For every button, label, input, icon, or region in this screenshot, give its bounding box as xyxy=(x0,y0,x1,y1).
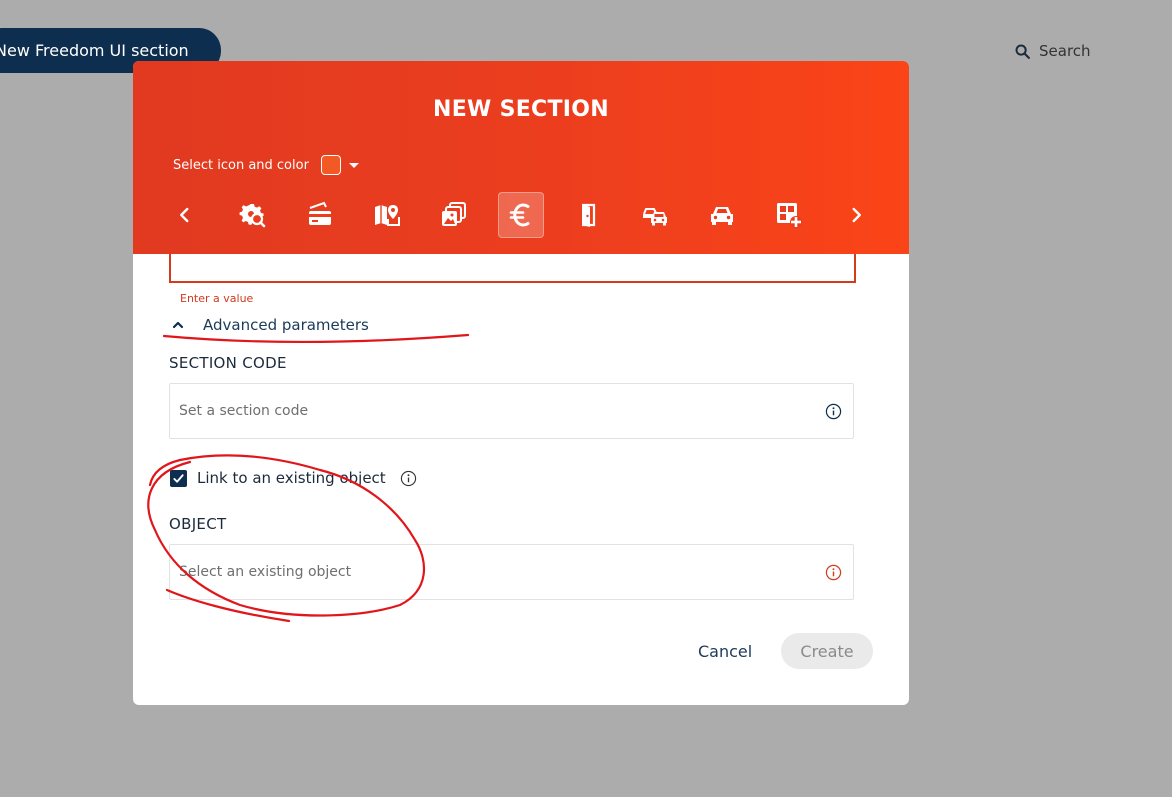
link-existing-object-option[interactable]: Link to an existing object xyxy=(170,467,417,489)
chevron-left-icon xyxy=(180,207,189,223)
euro-icon xyxy=(509,203,530,227)
previous-icons-button[interactable] xyxy=(162,192,208,238)
chevron-down-icon[interactable] xyxy=(348,162,359,168)
info-icon[interactable] xyxy=(400,470,417,487)
door-icon xyxy=(582,203,596,227)
icon-option-cars[interactable] xyxy=(632,192,678,238)
icon-strip xyxy=(168,192,878,238)
search-icon xyxy=(1015,43,1030,59)
section-name-field[interactable] xyxy=(169,254,856,283)
dialog-title: NEW SECTION xyxy=(433,97,609,122)
icon-option-grid-add[interactable] xyxy=(766,192,812,238)
advanced-parameters-toggle[interactable]: Advanced parameters xyxy=(171,314,369,336)
cars-icon xyxy=(643,208,667,226)
section-code-input[interactable] xyxy=(179,403,799,419)
new-section-dialog: NEW SECTION Select icon and color Enter … xyxy=(133,61,909,705)
link-existing-label: Link to an existing object xyxy=(197,469,386,487)
name-error-message: Enter a value xyxy=(180,292,254,305)
section-code-field[interactable] xyxy=(169,383,854,439)
object-label: OBJECT xyxy=(169,515,227,533)
warning-info-icon[interactable] xyxy=(825,564,842,581)
photos-icon xyxy=(442,202,466,226)
cancel-button[interactable]: Cancel xyxy=(684,633,766,669)
advanced-parameters-label: Advanced parameters xyxy=(203,316,369,334)
create-button[interactable]: Create xyxy=(781,633,873,669)
icon-option-gear-search[interactable] xyxy=(229,192,275,238)
gear-search-icon xyxy=(239,204,266,228)
section-code-label: SECTION CODE xyxy=(169,354,287,372)
icon-option-card[interactable] xyxy=(297,192,343,238)
icon-color-picker[interactable]: Select icon and color xyxy=(173,154,359,176)
icon-option-car[interactable] xyxy=(699,192,745,238)
object-field[interactable] xyxy=(169,544,854,600)
icon-option-euro[interactable] xyxy=(498,192,544,238)
search-box[interactable]: Search xyxy=(1014,40,1091,62)
check-icon xyxy=(173,473,184,483)
object-input[interactable] xyxy=(179,564,799,580)
color-swatch[interactable] xyxy=(320,155,341,175)
grid-add-icon xyxy=(777,203,802,228)
search-label: Search xyxy=(1039,42,1091,60)
icon-option-photos[interactable] xyxy=(431,192,477,238)
card-icon xyxy=(309,201,331,225)
chevron-up-icon xyxy=(172,321,184,329)
map-pin-icon xyxy=(375,205,400,226)
icon-option-door[interactable] xyxy=(565,192,611,238)
next-icons-button[interactable] xyxy=(833,192,879,238)
chevron-right-icon xyxy=(852,207,861,223)
car-icon xyxy=(711,207,733,225)
info-icon[interactable] xyxy=(825,403,842,420)
icon-color-label: Select icon and color xyxy=(173,157,309,173)
dialog-header: NEW SECTION Select icon and color xyxy=(133,61,909,254)
icon-option-map[interactable] xyxy=(364,192,410,238)
link-existing-checkbox[interactable] xyxy=(170,469,187,487)
